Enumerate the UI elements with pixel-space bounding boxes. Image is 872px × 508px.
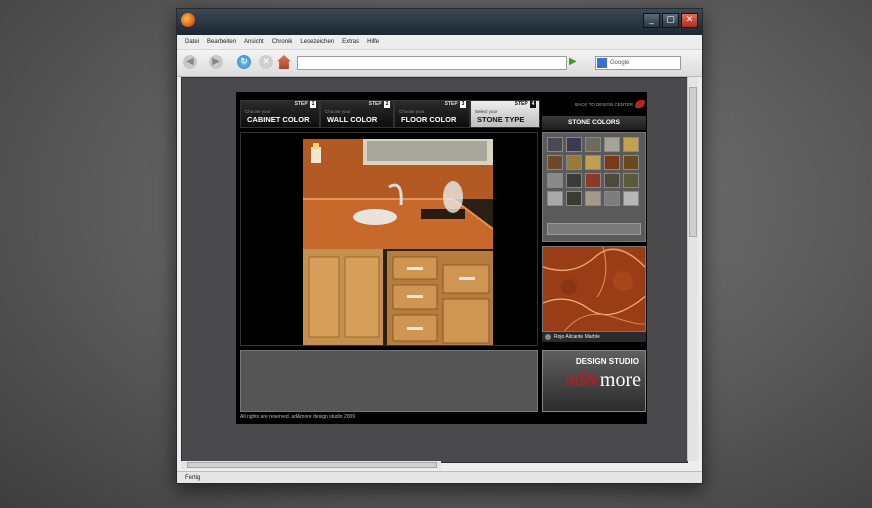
tab-label: WALL COLOR [327, 115, 378, 124]
step-number: 4 [530, 101, 536, 108]
stone-swatch[interactable] [585, 191, 601, 206]
menu-ansicht[interactable]: Ansicht [244, 39, 264, 45]
step-number: 2 [384, 101, 390, 108]
step-label: STEP [514, 101, 528, 107]
tab-hint: Choose your [399, 109, 425, 114]
brand-logo: DESIGN STUDIO ad&more [542, 350, 646, 412]
page-content: STEP 1 Choose your CABINET COLOR STEP 2 … [181, 77, 688, 463]
stone-caption: Rojo Alicante Marble [542, 332, 646, 342]
kitchen-illustration [303, 139, 493, 345]
stone-swatch[interactable] [623, 173, 639, 188]
horizontal-scroll-thumb[interactable] [187, 462, 437, 468]
logo-prefix: ad [565, 369, 585, 391]
kitchen-photo [303, 139, 493, 345]
tab-stone-type[interactable]: STEP 4 Select your STONE TYPE [470, 100, 540, 128]
stone-name: Rojo Alicante Marble [554, 334, 600, 340]
step-label: STEP [294, 101, 308, 107]
step-number: 3 [460, 101, 466, 108]
stone-swatch[interactable] [566, 191, 582, 206]
design-studio-app: STEP 1 Choose your CABINET COLOR STEP 2 … [236, 92, 647, 424]
kitchen-preview [240, 132, 538, 346]
navigation-toolbar: ◀ ▶ ↻ ✕ ▶ Google [177, 50, 702, 77]
menu-chronik[interactable]: Chronik [272, 39, 293, 45]
step-number: 1 [310, 101, 316, 108]
tab-label: STONE TYPE [477, 115, 525, 124]
info-panel [240, 350, 538, 412]
stone-swatch[interactable] [604, 173, 620, 188]
forward-icon[interactable]: ▶ [209, 55, 223, 69]
stone-swatch[interactable] [547, 137, 563, 152]
stone-swatch[interactable] [623, 155, 639, 170]
stone-swatch[interactable] [566, 173, 582, 188]
stone-swatch[interactable] [585, 137, 601, 152]
stone-swatch[interactable] [623, 191, 639, 206]
stone-swatch[interactable] [585, 173, 601, 188]
close-button[interactable]: ✕ [681, 13, 698, 28]
vertical-scrollbar[interactable] [687, 77, 698, 461]
reload-icon[interactable]: ↻ [237, 55, 251, 69]
stone-swatch[interactable] [566, 137, 582, 152]
vertical-scroll-thumb[interactable] [689, 87, 697, 237]
minimize-button[interactable]: _ [643, 13, 660, 28]
stone-swatch[interactable] [547, 173, 563, 188]
stone-swatch[interactable] [566, 155, 582, 170]
stone-swatch[interactable] [547, 155, 563, 170]
menu-lesezeichen[interactable]: Lesezeichen [300, 39, 334, 45]
footer-copyright: All rights are reserved. ad&more design … [240, 414, 356, 420]
stop-icon[interactable]: ✕ [259, 55, 273, 69]
logo-amp: & [584, 369, 600, 391]
arrow-icon [545, 334, 551, 340]
swatch-grid [547, 137, 643, 206]
stone-swatch[interactable] [604, 137, 620, 152]
horizontal-scrollbar[interactable] [181, 461, 441, 469]
firefox-logo-icon [181, 13, 195, 27]
marble-texture [543, 247, 645, 331]
search-placeholder: Google [610, 60, 630, 66]
tab-hint: Select your [475, 109, 498, 114]
tab-floor-color[interactable]: STEP 3 Choose your FLOOR COLOR [394, 100, 470, 128]
tab-label: CABINET COLOR [247, 115, 310, 124]
status-bar: Fertig [177, 471, 702, 483]
menu-hilfe[interactable]: Hilfe [367, 39, 379, 45]
stone-swatch[interactable] [623, 137, 639, 152]
stone-preview [542, 246, 646, 332]
stone-swatch[interactable] [604, 191, 620, 206]
step-label: STEP [368, 101, 382, 107]
step-label: STEP [444, 101, 458, 107]
back-to-design-center-link[interactable]: BACK TO DESIGN CENTER [575, 102, 633, 107]
stone-colors-header: STONE COLORS [542, 116, 646, 130]
google-icon [597, 58, 607, 68]
logo-design-studio: DESIGN STUDIO [575, 357, 639, 366]
menu-bar: Datei Bearbeiten Ansicht Chronik Lesezei… [177, 35, 702, 50]
tab-hint: Choose your [325, 109, 351, 114]
browser-window: _ ▢ ✕ Datei Bearbeiten Ansicht Chronik L… [176, 8, 703, 484]
back-icon[interactable]: ◀ [183, 55, 197, 69]
logo-suffix: more [599, 369, 641, 391]
tab-cabinet-color[interactable]: STEP 1 Choose your CABINET COLOR [240, 100, 320, 128]
go-icon[interactable]: ▶ [569, 56, 577, 68]
tab-label: FLOOR COLOR [401, 115, 457, 124]
search-input[interactable]: Google [595, 56, 681, 70]
stone-swatch[interactable] [547, 191, 563, 206]
tab-hint: Choose your [245, 109, 271, 114]
menu-extras[interactable]: Extras [342, 39, 359, 45]
back-arrow-icon[interactable] [635, 100, 645, 108]
stone-swatch[interactable] [604, 155, 620, 170]
maximize-button[interactable]: ▢ [662, 13, 679, 28]
step-tabs: STEP 1 Choose your CABINET COLOR STEP 2 … [240, 100, 544, 128]
logo-wordmark: ad&more [565, 369, 641, 392]
home-icon[interactable] [277, 55, 291, 69]
swatch-scrollbar[interactable] [547, 223, 641, 235]
title-bar: _ ▢ ✕ [177, 9, 702, 35]
stone-swatch-panel [542, 132, 646, 242]
menu-bearbeiten[interactable]: Bearbeiten [207, 39, 236, 45]
url-input[interactable] [297, 56, 567, 70]
stone-swatch[interactable] [585, 155, 601, 170]
menu-datei[interactable]: Datei [185, 39, 199, 45]
tab-wall-color[interactable]: STEP 2 Choose your WALL COLOR [320, 100, 394, 128]
